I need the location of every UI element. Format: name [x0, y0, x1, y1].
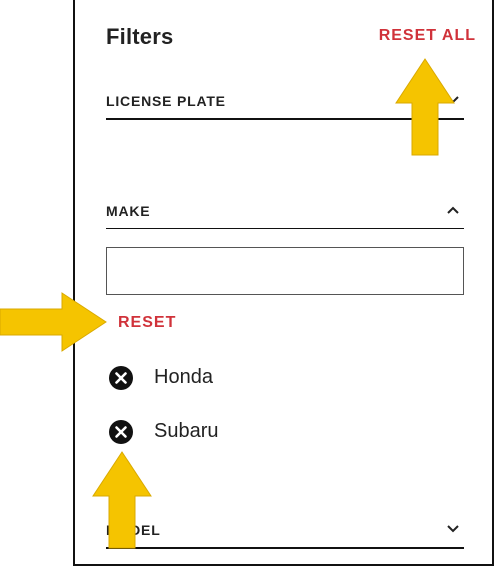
make-divider — [106, 228, 464, 229]
filters-title: Filters — [106, 24, 174, 49]
make-label: MAKE — [106, 203, 151, 219]
remove-circle-icon[interactable] — [108, 365, 134, 391]
remove-circle-icon[interactable] — [108, 419, 134, 445]
make-reset-button[interactable]: RESET — [118, 314, 176, 332]
reset-all-button[interactable]: RESET ALL — [379, 27, 476, 45]
annotation-arrow-up-icon — [395, 58, 455, 156]
license-plate-label: LICENSE PLATE — [106, 93, 226, 109]
chevron-down-icon — [447, 525, 459, 533]
chip-label-honda: Honda — [154, 366, 213, 388]
annotation-arrow-up-icon — [92, 451, 152, 549]
chip-label-subaru: Subaru — [154, 420, 219, 442]
model-divider — [106, 547, 464, 549]
chevron-up-icon — [447, 206, 459, 214]
annotation-arrow-right-icon — [0, 292, 107, 352]
make-search-input[interactable] — [106, 247, 464, 295]
